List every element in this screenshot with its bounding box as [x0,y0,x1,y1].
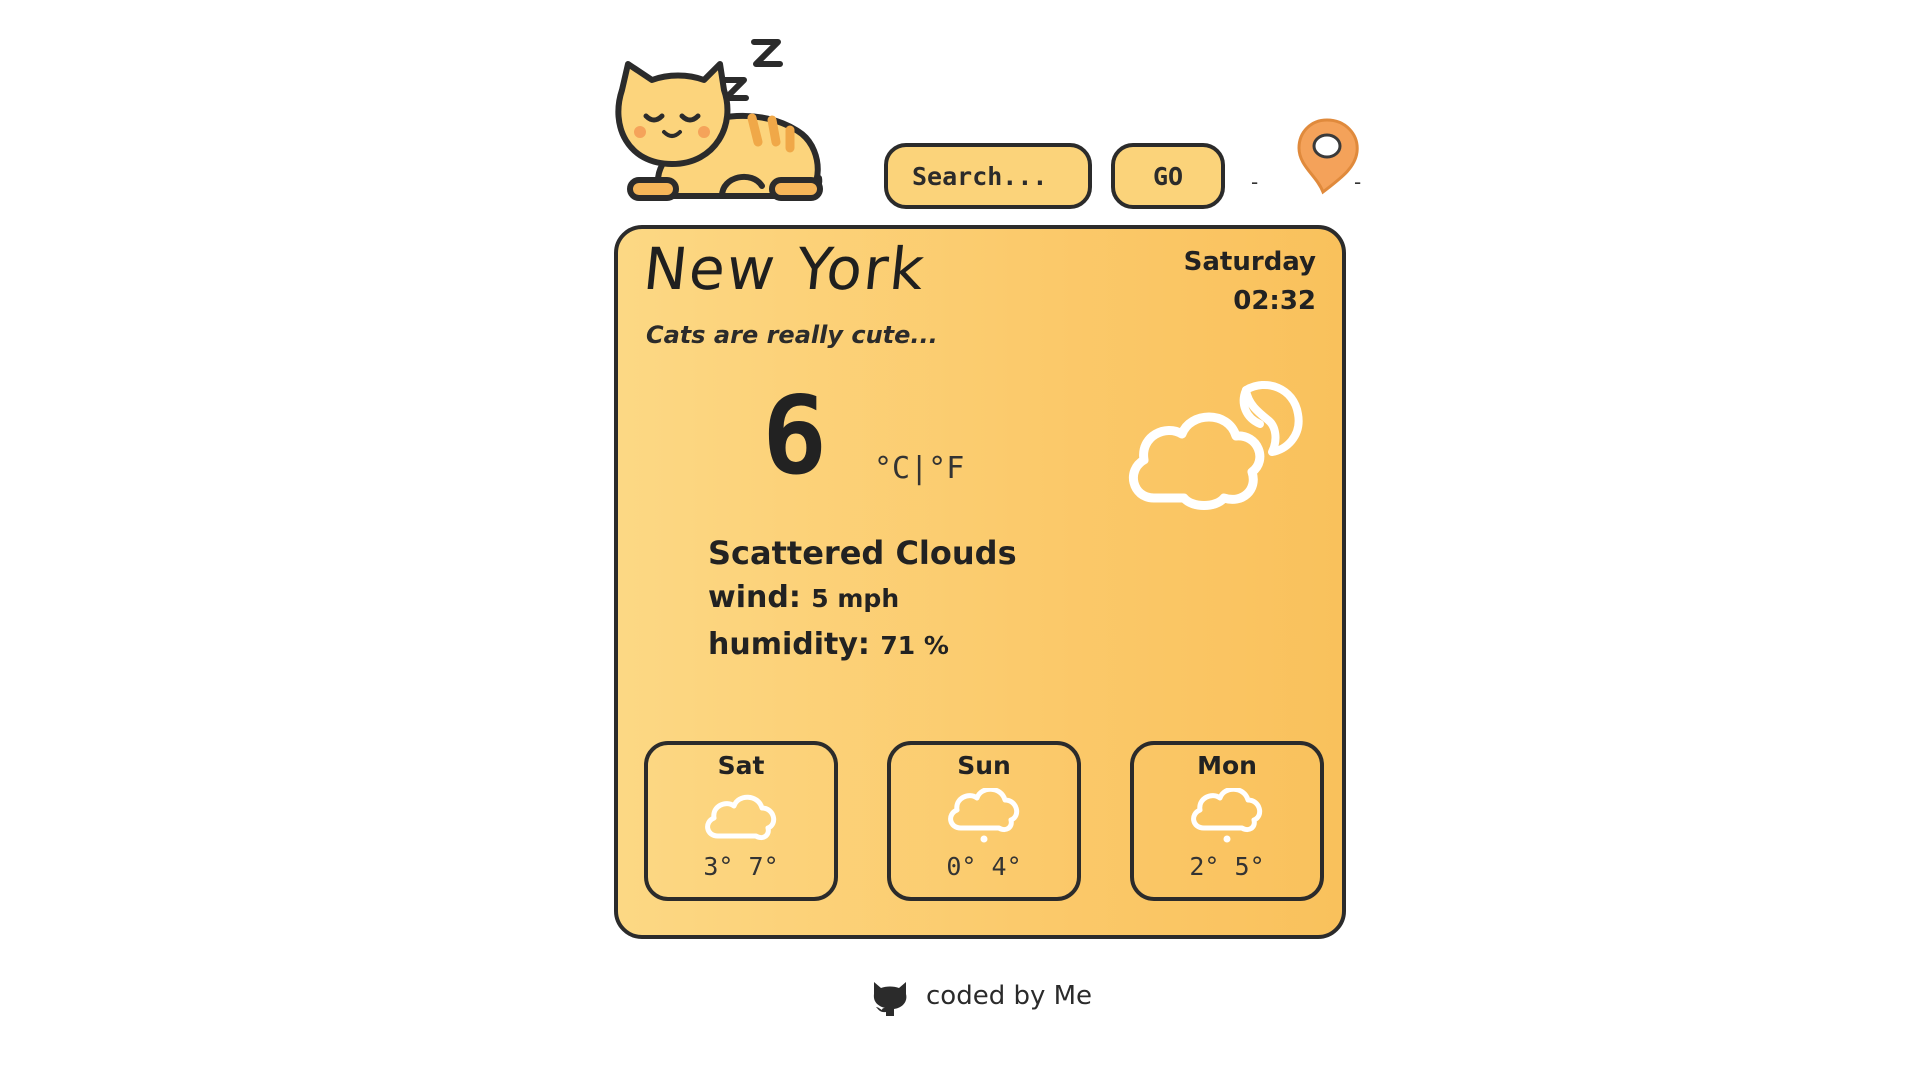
weather-app: GO - - New York Saturday 02:32 Cats are … [0,0,1920,1082]
weather-details: Scattered Clouds wind: 5 mph humidity: 7… [708,531,1017,669]
forecast-day-name: Mon [1197,751,1257,780]
footer-credit-link[interactable]: coded by Me [868,972,1092,1020]
day-label: Saturday [1183,247,1316,277]
cloud-icon [705,794,777,841]
weather-card: New York Saturday 02:32 Cats are really … [614,225,1346,939]
current-temperature: 6 [762,374,828,499]
humidity-row: humidity: 71 % [708,622,1017,669]
wind-label: wind: [708,580,801,615]
unit-toggle[interactable]: °C|°F [874,451,964,486]
tagline: Cats are really cute... [646,321,938,349]
forecast-day: Sat 3° 7° [644,741,838,901]
forecast-day-name: Sat [717,751,765,780]
cloud-moon-icon [1129,381,1303,510]
wind-value: 5 mph [811,584,900,613]
humidity-label: humidity: [708,627,870,662]
time-label: 02:32 [1233,286,1316,316]
sleeping-cat-icon [615,39,823,201]
forecast-temps: 3° 7° [703,852,779,881]
forecast-temps: 2° 5° [1189,852,1265,881]
cloud-drizzle-icon [948,788,1020,843]
wind-row: wind: 5 mph [708,575,1017,622]
forecast-day-name: Sun [957,751,1011,780]
humidity-value: 71 % [880,631,949,660]
forecast-day: Mon 2° 5° [1130,741,1324,901]
search-input[interactable] [884,143,1092,209]
forecast-list: Sat 3° 7° Sun 0° 4° Mon 2° 5° [644,741,1324,901]
date-time: Saturday 02:32 [1184,243,1316,321]
forecast-day: Sun 0° 4° [887,741,1081,901]
forecast-temps: 0° 4° [946,852,1022,881]
location-pin-icon[interactable] [1287,116,1367,196]
go-button[interactable]: GO [1111,143,1225,209]
cloud-drizzle-icon [1191,788,1263,843]
footer-text: coded by Me [926,981,1093,1011]
divider-dash: - [1251,170,1259,194]
github-icon [873,982,907,1016]
weather-description: Scattered Clouds [708,534,1017,572]
city-name: New York [640,235,930,303]
